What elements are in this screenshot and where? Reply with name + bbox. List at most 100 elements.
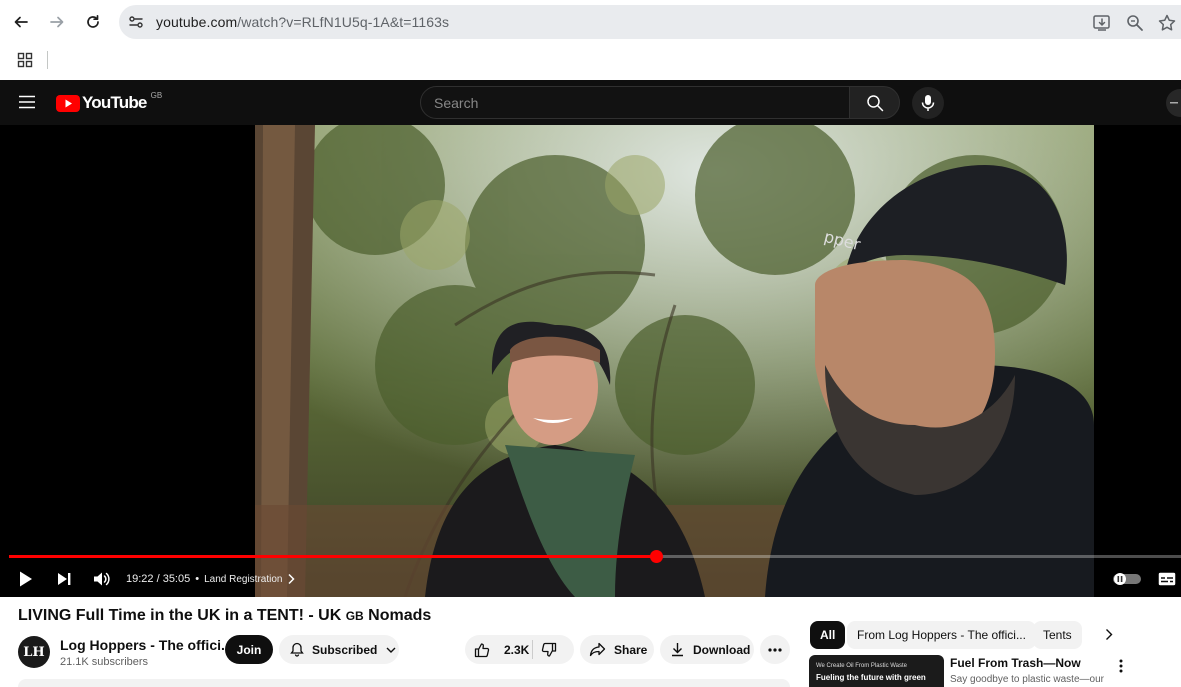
channel-avatar[interactable]: LH bbox=[18, 636, 50, 668]
bell-icon bbox=[290, 642, 304, 657]
more-horizontal-icon bbox=[768, 647, 782, 652]
back-button[interactable] bbox=[9, 10, 33, 34]
bookmarks-divider bbox=[47, 51, 48, 69]
channel-initials: LH bbox=[23, 644, 45, 660]
rec-thumb-caption: We Create Oil From Plastic Waste bbox=[816, 663, 908, 669]
subscriber-count: 21.1K subscribers bbox=[60, 656, 149, 668]
chevron-right-icon bbox=[1106, 629, 1113, 640]
apps-grid-icon[interactable] bbox=[17, 52, 33, 68]
download-icon bbox=[672, 643, 683, 657]
autoplay-toggle[interactable] bbox=[1113, 568, 1141, 590]
play-icon bbox=[20, 571, 32, 587]
url-host: youtube.com bbox=[156, 14, 238, 30]
autoplay-pause-icon bbox=[1113, 573, 1141, 585]
more-vertical-icon bbox=[1119, 659, 1123, 673]
like-button[interactable]: 2.3K bbox=[465, 635, 529, 664]
join-button[interactable]: Join bbox=[225, 635, 273, 664]
youtube-play-logo-icon bbox=[56, 94, 80, 112]
chip-tents-label: Tents bbox=[1043, 628, 1072, 642]
voice-search-button[interactable] bbox=[912, 87, 944, 119]
chip-tents[interactable]: Tents bbox=[1033, 621, 1082, 649]
time-display: 19:22 / 35:05 • Land Registration bbox=[126, 568, 296, 590]
download-label: Download bbox=[693, 642, 751, 657]
channel-name[interactable]: Log Hoppers - The offici... bbox=[60, 637, 233, 653]
search-placeholder: Search bbox=[434, 95, 479, 111]
region-code: GB bbox=[150, 90, 163, 100]
site-settings-icon[interactable] bbox=[127, 13, 145, 31]
more-actions-button[interactable] bbox=[760, 635, 790, 664]
recommended-description: Say goodbye to plastic waste—our bbox=[950, 674, 1104, 685]
bookmarks-bar bbox=[0, 44, 1181, 80]
dislike-button[interactable] bbox=[541, 642, 557, 661]
volume-icon bbox=[94, 572, 110, 586]
time-text: 19:22 / 35:05 bbox=[126, 573, 191, 585]
captions-icon bbox=[1158, 572, 1176, 586]
description-box[interactable] bbox=[18, 679, 790, 687]
bookmark-star-icon[interactable] bbox=[1157, 13, 1177, 33]
progress-played bbox=[9, 555, 656, 558]
forward-button[interactable] bbox=[45, 10, 69, 34]
address-bar[interactable]: youtube.com/watch?v=RLfN1U5q-1A&t=1163s bbox=[119, 5, 1181, 39]
rec-thumb-headline: Fueling the future with green bbox=[816, 673, 926, 682]
recommended-thumbnail[interactable]: We Create Oil From Plastic Waste Fueling… bbox=[809, 655, 944, 687]
chips-next-button[interactable] bbox=[1105, 628, 1113, 646]
create-plus-icon bbox=[1170, 102, 1178, 104]
share-label: Share bbox=[614, 642, 648, 657]
video-title-tail: Nomads bbox=[363, 607, 432, 624]
thumbs-up-icon bbox=[474, 642, 490, 657]
share-button[interactable]: Share bbox=[580, 635, 654, 664]
progress-scrubber[interactable] bbox=[649, 550, 663, 563]
chip-all[interactable]: All bbox=[810, 621, 846, 649]
play-button[interactable] bbox=[18, 568, 34, 590]
logo-text: YouTube bbox=[82, 93, 147, 112]
rec-menu-button[interactable] bbox=[1119, 659, 1123, 678]
subscribed-label: Subscribed bbox=[312, 642, 378, 657]
chevron-right-icon[interactable] bbox=[287, 573, 296, 585]
search-button[interactable] bbox=[849, 86, 900, 119]
create-button[interactable] bbox=[1166, 89, 1181, 117]
zoom-icon[interactable] bbox=[1125, 13, 1145, 33]
download-button[interactable]: Download bbox=[660, 635, 754, 664]
video-scene-illustration: pper bbox=[255, 125, 1094, 597]
subtitles-button[interactable] bbox=[1158, 568, 1176, 590]
subscribed-button[interactable]: Subscribed bbox=[279, 635, 399, 664]
video-frame[interactable]: pper bbox=[255, 125, 1094, 597]
reload-button[interactable] bbox=[81, 10, 105, 34]
yt-masthead: YouTube GB Search bbox=[0, 80, 1181, 125]
chapter-title[interactable]: Land Registration bbox=[204, 574, 282, 585]
video-player[interactable]: pper 19:22 / 35:05 • Land Registration bbox=[0, 125, 1181, 597]
recommended-title[interactable]: Fuel From Trash—Now bbox=[950, 656, 1081, 670]
search-icon bbox=[866, 94, 883, 111]
search-input[interactable]: Search bbox=[420, 86, 850, 119]
url-text[interactable]: youtube.com/watch?v=RLfN1U5q-1A&t=1163s bbox=[156, 14, 449, 30]
skip-next-icon bbox=[58, 573, 71, 585]
browser-toolbar: youtube.com/watch?v=RLfN1U5q-1A&t=1163s bbox=[0, 0, 1181, 44]
youtube-page: YouTube GB Search pper 19:22 / 35:05 • L… bbox=[0, 80, 1181, 687]
share-icon bbox=[589, 642, 606, 657]
menu-icon[interactable] bbox=[18, 95, 36, 109]
next-button[interactable] bbox=[56, 568, 72, 590]
mute-button[interactable] bbox=[93, 568, 111, 590]
like-dislike-group: 2.3K bbox=[465, 635, 574, 664]
join-label: Join bbox=[236, 642, 262, 657]
reload-icon bbox=[87, 14, 99, 28]
arrow-left-icon bbox=[14, 16, 28, 28]
chip-all-label: All bbox=[820, 628, 836, 642]
like-divider bbox=[532, 640, 533, 659]
url-path: /watch?v=RLfN1U5q-1A&t=1163s bbox=[237, 14, 450, 30]
chapter-separator: • bbox=[195, 573, 200, 585]
progress-bar[interactable] bbox=[9, 550, 1181, 563]
chevron-down-icon bbox=[386, 647, 396, 653]
chip-from-channel-label: From Log Hoppers - The offici... bbox=[857, 628, 1026, 642]
install-app-icon[interactable] bbox=[1092, 13, 1112, 33]
video-title: LIVING Full Time in the UK in a TENT! - … bbox=[18, 607, 431, 625]
youtube-logo[interactable]: YouTube GB bbox=[56, 90, 163, 113]
chip-from-channel[interactable]: From Log Hoppers - The offici... bbox=[847, 621, 1036, 649]
video-title-main: LIVING Full Time in the UK in a TENT! - … bbox=[18, 607, 346, 624]
thumbs-down-icon bbox=[541, 642, 557, 657]
watch-metadata: LIVING Full Time in the UK in a TENT! - … bbox=[0, 597, 1181, 687]
microphone-icon bbox=[921, 95, 935, 111]
like-count: 2.3K bbox=[504, 642, 530, 657]
video-title-flag: GB bbox=[345, 609, 364, 623]
arrow-right-icon bbox=[50, 16, 64, 28]
